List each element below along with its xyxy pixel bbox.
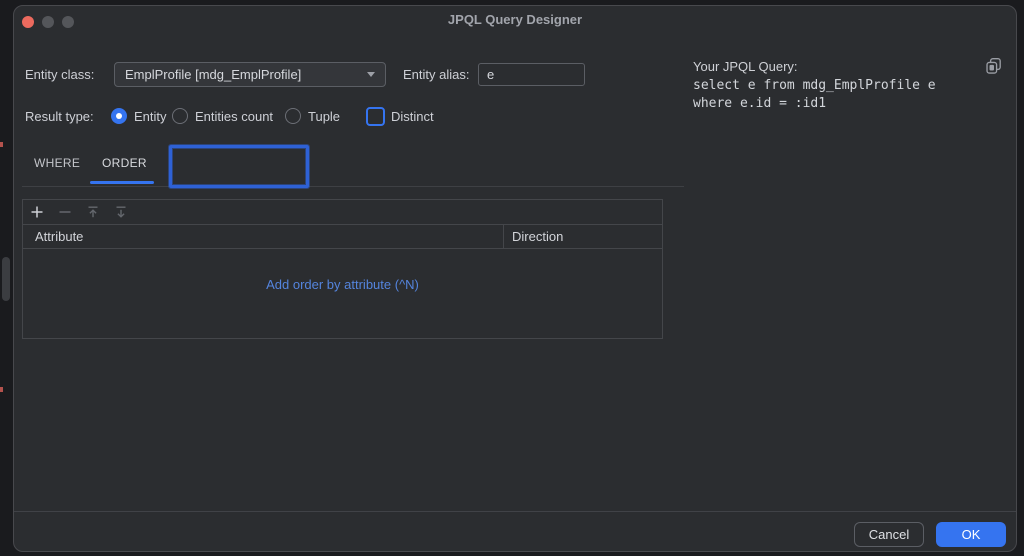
- radio-entity[interactable]: [111, 108, 127, 124]
- column-header-direction[interactable]: Direction: [504, 229, 563, 244]
- radio-tuple-label[interactable]: Tuple: [308, 108, 340, 125]
- entity-alias-label: Entity alias:: [403, 67, 470, 82]
- background-error-stripe: [0, 142, 3, 147]
- move-down-icon[interactable]: [113, 204, 129, 220]
- add-order-by-attribute-link[interactable]: Add order by attribute (^N): [266, 277, 419, 292]
- table-header-row: Attribute Direction: [23, 225, 662, 249]
- footer-separator: [14, 511, 1016, 512]
- table-toolbar: [23, 200, 662, 225]
- distinct-checkbox[interactable]: [366, 107, 385, 126]
- radio-entities-count[interactable]: [172, 108, 188, 124]
- background-scrollbar-thumb: [2, 257, 10, 301]
- entity-class-dropdown[interactable]: EmplProfile [mdg_EmplProfile]: [114, 62, 386, 87]
- tabs-separator: [22, 186, 684, 187]
- radio-tuple[interactable]: [285, 108, 301, 124]
- active-tab-indicator: [90, 181, 154, 184]
- copy-icon[interactable]: [985, 57, 1003, 75]
- order-by-table: Attribute Direction Add order by attribu…: [22, 199, 663, 339]
- entity-alias-input[interactable]: [478, 63, 585, 86]
- dialog-titlebar: JPQL Query Designer: [14, 6, 1016, 36]
- cancel-button[interactable]: Cancel: [854, 522, 924, 547]
- plus-icon[interactable]: [29, 204, 45, 220]
- tab-order[interactable]: ORDER: [102, 156, 147, 170]
- distinct-label[interactable]: Distinct: [391, 108, 434, 125]
- radio-entities-count-label[interactable]: Entities count: [195, 108, 273, 125]
- ok-button[interactable]: OK: [936, 522, 1006, 547]
- radio-entity-label[interactable]: Entity: [134, 108, 167, 125]
- chevron-down-icon: [367, 72, 375, 77]
- jpql-query-text: select e from mdg_EmplProfile e where e.i…: [693, 78, 936, 111]
- tab-where[interactable]: WHERE: [34, 156, 80, 170]
- jpql-query-designer-dialog: JPQL Query Designer Entity class: EmplPr…: [13, 5, 1017, 552]
- minus-icon[interactable]: [57, 204, 73, 220]
- entity-class-label: Entity class:: [25, 67, 95, 82]
- result-type-label: Result type:: [25, 109, 94, 124]
- move-up-icon[interactable]: [85, 204, 101, 220]
- background-error-stripe: [0, 387, 3, 392]
- entity-class-value: EmplProfile [mdg_EmplProfile]: [125, 67, 302, 82]
- screen: JPQL Query Designer Entity class: EmplPr…: [0, 0, 1024, 556]
- jpql-query-label: Your JPQL Query:: [693, 59, 798, 74]
- column-header-attribute[interactable]: Attribute: [23, 229, 503, 244]
- dialog-title: JPQL Query Designer: [447, 12, 583, 27]
- highlight-annotation-box: [169, 145, 309, 188]
- table-body: Add order by attribute (^N): [23, 249, 662, 338]
